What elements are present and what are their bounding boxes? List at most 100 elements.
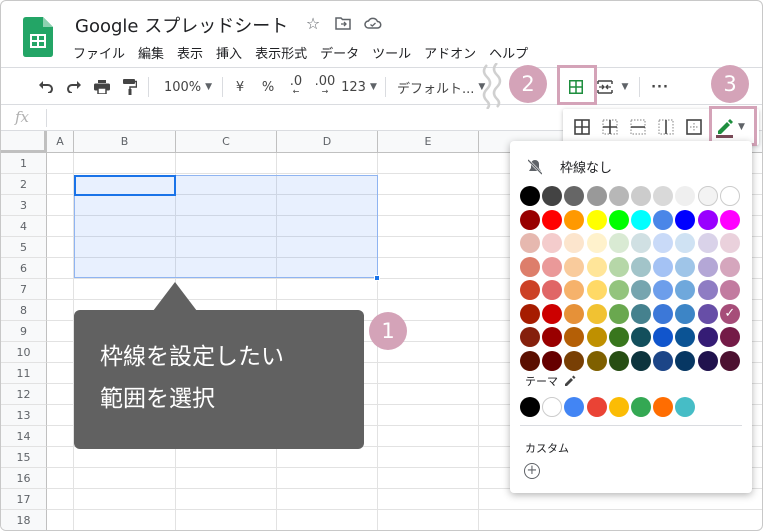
color-swatch[interactable] — [564, 327, 585, 347]
select-all-corner[interactable] — [1, 131, 47, 153]
color-swatch[interactable] — [520, 256, 540, 277]
row-header[interactable]: 1 — [1, 153, 47, 174]
fill-handle[interactable] — [374, 275, 380, 281]
row-header[interactable]: 14 — [1, 426, 47, 447]
color-swatch[interactable] — [564, 233, 585, 253]
theme-color-swatch[interactable] — [631, 397, 651, 417]
color-swatch[interactable] — [697, 186, 718, 206]
color-swatch[interactable] — [675, 303, 696, 324]
paint-format-icon[interactable] — [119, 75, 141, 99]
more-icon[interactable]: ··· — [649, 75, 671, 99]
color-swatch[interactable] — [564, 303, 585, 324]
color-swatch[interactable] — [542, 303, 563, 324]
color-swatch[interactable] — [653, 327, 674, 347]
vertical-borders-icon[interactable] — [657, 118, 675, 136]
color-swatch[interactable] — [697, 209, 718, 230]
color-swatch[interactable] — [719, 350, 740, 371]
color-swatch[interactable] — [697, 327, 718, 347]
row-header[interactable]: 15 — [1, 447, 47, 468]
color-swatch[interactable] — [697, 233, 718, 253]
inner-borders-icon[interactable] — [601, 118, 619, 136]
row-header[interactable]: 18 — [1, 510, 47, 530]
row-header[interactable]: 3 — [1, 195, 47, 216]
menu-data[interactable]: データ — [320, 43, 359, 62]
color-swatch[interactable] — [675, 233, 696, 253]
font-select[interactable]: デフォルト... ▼ — [397, 75, 489, 99]
color-swatch[interactable] — [564, 350, 585, 371]
color-swatch[interactable] — [586, 327, 607, 347]
color-swatch[interactable] — [675, 256, 696, 277]
add-custom-color-icon[interactable]: + — [524, 463, 540, 479]
color-swatch[interactable] — [520, 209, 540, 230]
color-swatch[interactable] — [675, 280, 696, 300]
color-swatch[interactable] — [542, 256, 563, 277]
menu-tools[interactable]: ツール — [372, 43, 411, 62]
row-header[interactable]: 6 — [1, 258, 47, 279]
cloud-status-icon[interactable] — [363, 13, 383, 33]
column-header-b[interactable]: B — [74, 131, 176, 153]
row-header[interactable]: 8 — [1, 300, 47, 321]
color-swatch[interactable] — [719, 280, 740, 300]
color-swatch[interactable] — [586, 280, 607, 300]
star-icon[interactable]: ☆ — [303, 13, 323, 33]
theme-color-swatch[interactable] — [608, 397, 629, 417]
outer-borders-icon[interactable] — [685, 118, 703, 136]
redo-icon[interactable] — [63, 75, 85, 99]
active-cell[interactable] — [74, 175, 176, 196]
row-header[interactable]: 9 — [1, 321, 47, 342]
color-swatch[interactable] — [608, 303, 629, 324]
color-swatch[interactable] — [586, 233, 607, 253]
color-swatch[interactable] — [675, 209, 696, 230]
color-swatch[interactable] — [564, 256, 585, 277]
color-swatch[interactable] — [697, 303, 718, 324]
color-swatch[interactable] — [675, 186, 696, 206]
row-header[interactable]: 5 — [1, 237, 47, 258]
color-swatch[interactable] — [564, 209, 585, 230]
color-swatch[interactable] — [520, 303, 540, 324]
horizontal-borders-icon[interactable] — [629, 118, 647, 136]
color-swatch[interactable] — [697, 280, 718, 300]
row-header[interactable]: 12 — [1, 384, 47, 405]
color-swatch[interactable] — [608, 186, 629, 206]
row-header[interactable]: 2 — [1, 174, 47, 195]
color-swatch[interactable] — [586, 350, 607, 371]
color-swatch[interactable] — [653, 209, 674, 230]
color-swatch[interactable] — [520, 233, 540, 253]
color-swatch[interactable] — [719, 186, 740, 206]
theme-color-swatch[interactable] — [586, 397, 607, 417]
color-swatch[interactable] — [653, 256, 674, 277]
color-swatch[interactable] — [608, 280, 629, 300]
number-format-select[interactable]: 123 ▼ — [341, 75, 377, 99]
color-swatch[interactable] — [542, 280, 563, 300]
color-swatch[interactable] — [675, 350, 696, 371]
color-swatch[interactable] — [520, 186, 540, 206]
color-swatch[interactable] — [719, 327, 740, 347]
all-borders-icon[interactable] — [573, 118, 591, 136]
merge-caret-icon[interactable]: ▼ — [619, 75, 631, 99]
row-header[interactable]: 11 — [1, 363, 47, 384]
row-header[interactable]: 10 — [1, 342, 47, 363]
color-swatch[interactable] — [542, 350, 563, 371]
row-header[interactable]: 13 — [1, 405, 47, 426]
color-swatch[interactable] — [719, 303, 740, 324]
color-swatch[interactable] — [697, 350, 718, 371]
currency-format-button[interactable]: ¥ — [232, 75, 248, 99]
row-header[interactable]: 16 — [1, 468, 47, 489]
percent-format-button[interactable]: % — [259, 75, 277, 99]
color-swatch[interactable] — [542, 209, 563, 230]
menu-view[interactable]: 表示 — [177, 43, 203, 62]
color-swatch[interactable] — [608, 209, 629, 230]
color-swatch[interactable] — [653, 350, 674, 371]
color-swatch[interactable] — [586, 209, 607, 230]
column-header-d[interactable]: D — [277, 131, 378, 153]
column-header-e[interactable]: E — [378, 131, 479, 153]
menu-addons[interactable]: アドオン — [424, 43, 476, 62]
menu-insert[interactable]: 挿入 — [216, 43, 242, 62]
menu-format[interactable]: 表示形式 — [255, 43, 307, 62]
theme-color-swatch[interactable] — [520, 397, 540, 417]
doc-title[interactable]: Google スプレッドシート — [75, 12, 288, 38]
color-swatch[interactable] — [719, 209, 740, 230]
color-swatch[interactable] — [608, 350, 629, 371]
move-folder-icon[interactable] — [333, 13, 353, 33]
color-swatch[interactable] — [608, 327, 629, 347]
